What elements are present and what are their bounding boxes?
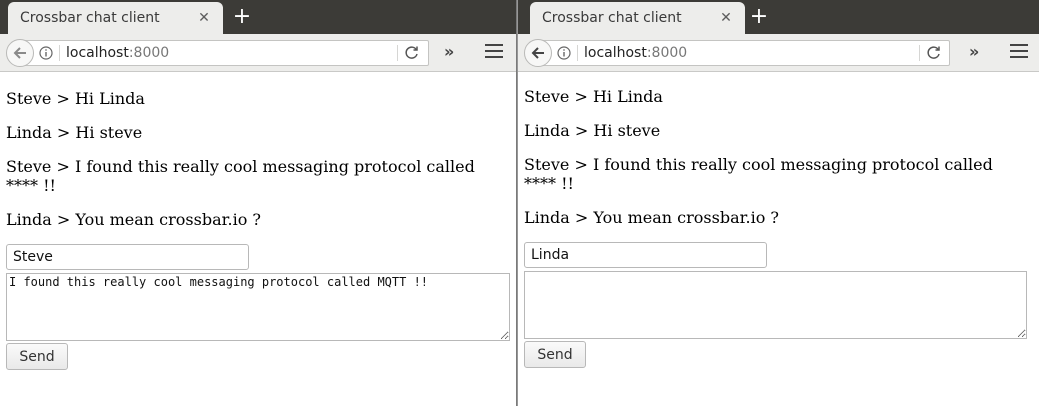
url-divider: [577, 45, 578, 61]
close-icon[interactable]: ✕: [197, 11, 211, 25]
tab-bar: Crossbar chat client ✕ +: [518, 0, 1039, 34]
chat-message: Linda > Hi steve: [6, 123, 143, 142]
url-text[interactable]: localhost:8000: [66, 45, 169, 61]
tab-crossbar-chat[interactable]: Crossbar chat client ✕: [8, 2, 223, 34]
chat-message: Steve > Hi Linda: [6, 89, 145, 108]
chat-message: Linda > You mean crossbar.io ?: [524, 208, 780, 227]
back-arrow-icon[interactable]: [6, 39, 34, 67]
browser-window-linda: Crossbar chat client ✕ + localhost:8000 …: [518, 0, 1039, 406]
plus-icon[interactable]: +: [749, 6, 769, 28]
chevron-double-right-icon[interactable]: »: [444, 44, 460, 60]
chevron-double-right-icon[interactable]: »: [969, 44, 985, 60]
send-button[interactable]: Send: [6, 343, 68, 370]
tab-bar: Crossbar chat client ✕ +: [0, 0, 516, 34]
hamburger-menu-icon[interactable]: [485, 44, 503, 60]
chat-message: Linda > Hi steve: [524, 121, 661, 140]
plus-icon[interactable]: +: [232, 6, 252, 28]
url-bar[interactable]: localhost:8000: [542, 40, 950, 66]
url-text[interactable]: localhost:8000: [584, 45, 687, 61]
hamburger-menu-icon[interactable]: [1010, 44, 1028, 60]
tab-title: Crossbar chat client: [20, 10, 160, 26]
info-icon[interactable]: [39, 46, 53, 60]
tab-title: Crossbar chat client: [542, 10, 682, 26]
username-input[interactable]: [6, 244, 249, 270]
chat-message: Steve > I found this really cool messagi…: [524, 155, 993, 193]
username-input[interactable]: [524, 242, 767, 268]
nav-toolbar: localhost:8000 »: [0, 34, 516, 72]
chat-message: Steve > Hi Linda: [524, 87, 663, 106]
send-button[interactable]: Send: [524, 341, 586, 368]
close-icon[interactable]: ✕: [719, 11, 733, 25]
url-divider: [59, 45, 60, 61]
nav-toolbar: localhost:8000 »: [518, 34, 1039, 72]
chat-message: Steve > I found this really cool messagi…: [6, 157, 475, 195]
info-icon[interactable]: [557, 46, 571, 60]
browser-window-steve: Crossbar chat client ✕ + localhost:8000 …: [0, 0, 516, 406]
tab-crossbar-chat[interactable]: Crossbar chat client ✕: [530, 2, 745, 34]
message-textarea[interactable]: I found this really cool messaging proto…: [6, 273, 510, 341]
chat-message: Linda > You mean crossbar.io ?: [6, 210, 262, 229]
reload-divider: [397, 45, 398, 61]
chat-page: Steve > Hi Linda Linda > Hi steve Steve …: [6, 89, 510, 370]
url-bar[interactable]: localhost:8000: [24, 40, 429, 66]
chat-page: Steve > Hi Linda Linda > Hi steve Steve …: [524, 87, 1029, 368]
reload-icon[interactable]: [926, 45, 942, 61]
message-textarea[interactable]: [524, 271, 1027, 339]
back-arrow-icon[interactable]: [524, 39, 552, 67]
reload-divider: [919, 45, 920, 61]
reload-icon[interactable]: [404, 45, 420, 61]
